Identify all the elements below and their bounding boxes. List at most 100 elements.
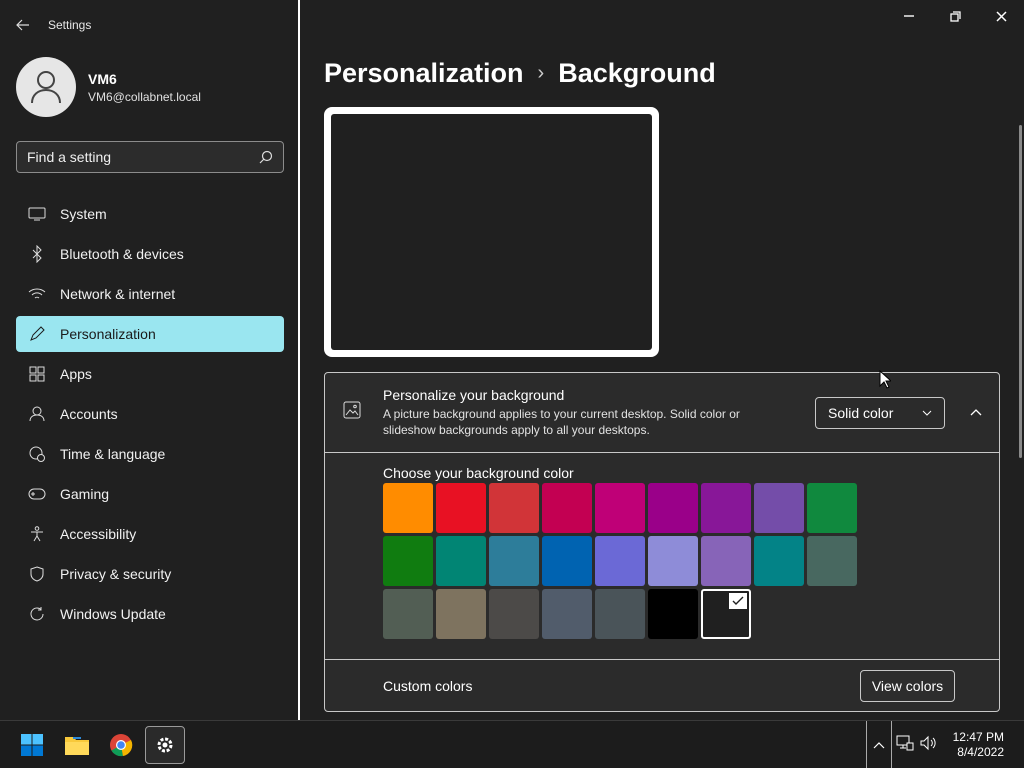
sidebar-item-windows-update[interactable]: Windows Update [16, 596, 284, 632]
taskbar-chrome[interactable] [101, 726, 141, 764]
close-button[interactable] [978, 0, 1024, 32]
color-swatch[interactable] [489, 536, 539, 586]
background-card-description: A picture background applies to your cur… [383, 407, 740, 437]
image-icon [343, 401, 363, 424]
sidebar-item-bluetooth[interactable]: Bluetooth & devices [16, 236, 284, 272]
color-swatch[interactable] [648, 589, 698, 639]
color-swatch[interactable] [754, 483, 804, 533]
sidebar-item-label: Accounts [60, 406, 118, 422]
sidebar-item-label: Accessibility [60, 526, 137, 542]
color-swatch[interactable] [701, 536, 751, 586]
chevron-up-icon [873, 741, 885, 748]
windows-start-icon [21, 734, 43, 756]
sidebar-item-privacy[interactable]: Privacy & security [16, 556, 284, 592]
clock-date: 8/4/2022 [957, 745, 1004, 759]
color-swatch[interactable] [436, 589, 486, 639]
accessibility-icon [28, 525, 46, 543]
system-tray[interactable] [896, 735, 938, 751]
settings-gear-icon [157, 737, 173, 753]
color-swatch[interactable] [701, 589, 751, 639]
restore-button[interactable] [932, 0, 978, 32]
show-hidden-icons-button[interactable] [866, 721, 892, 768]
mouse-cursor-icon [879, 370, 891, 389]
color-picker-title: Choose your background color [383, 465, 574, 481]
pen-icon [28, 325, 46, 343]
file-explorer-icon [65, 737, 89, 755]
checkmark-icon [729, 593, 747, 609]
minimize-icon [904, 15, 914, 17]
search-placeholder: Find a setting [27, 149, 112, 165]
taskbar-settings[interactable] [145, 726, 185, 764]
taskbar: 12:47 PM 8/4/2022 [0, 720, 1024, 768]
color-swatch[interactable] [383, 536, 433, 586]
color-swatch[interactable] [383, 483, 433, 533]
background-type-dropdown[interactable]: Solid color [815, 396, 945, 429]
back-button[interactable] [12, 14, 34, 36]
scrollbar[interactable] [1019, 125, 1022, 458]
sidebar-item-label: System [60, 206, 107, 222]
color-swatch[interactable] [542, 536, 592, 586]
start-button[interactable] [12, 726, 52, 764]
volume-icon [920, 735, 936, 751]
user-name: VM6 [88, 70, 117, 87]
title-bar: Settings [12, 12, 91, 38]
color-swatch[interactable] [383, 589, 433, 639]
search-icon [259, 150, 273, 164]
wifi-icon [28, 285, 46, 303]
color-swatch[interactable] [542, 589, 592, 639]
color-swatch[interactable] [807, 483, 857, 533]
user-avatar-icon [31, 71, 61, 104]
custom-colors-row: Custom colors View colors [325, 660, 999, 711]
color-swatch[interactable] [807, 536, 857, 586]
sidebar-item-gaming[interactable]: Gaming [16, 476, 284, 512]
breadcrumb-parent[interactable]: Personalization [324, 58, 524, 89]
window-controls [886, 0, 1024, 32]
taskbar-file-explorer[interactable] [57, 726, 97, 764]
color-swatch[interactable] [489, 483, 539, 533]
search-input[interactable]: Find a setting [16, 141, 284, 173]
sidebar-item-label: Network & internet [60, 286, 176, 302]
breadcrumb: Personalization › Background [324, 58, 716, 89]
sidebar-item-apps[interactable]: Apps [16, 356, 284, 392]
view-colors-button[interactable]: View colors [860, 669, 955, 702]
color-swatch[interactable] [595, 536, 645, 586]
color-swatch[interactable] [754, 536, 804, 586]
background-card-header[interactable]: Personalize your background A picture ba… [325, 373, 999, 453]
sidebar-item-time-language[interactable]: Time & language [16, 436, 284, 472]
back-arrow-icon [16, 19, 29, 31]
desktop-preview [324, 107, 659, 357]
sidebar-item-personalization[interactable]: Personalization [16, 316, 284, 352]
user-profile[interactable]: VM6 VM6@collabnet.local [16, 57, 201, 117]
bluetooth-icon [28, 245, 46, 263]
color-swatch[interactable] [542, 483, 592, 533]
color-swatch[interactable] [595, 589, 645, 639]
network-icon [896, 735, 914, 751]
clock-time: 12:47 PM [952, 730, 1004, 744]
update-icon [28, 605, 46, 623]
person-icon [28, 405, 46, 423]
color-swatch[interactable] [701, 483, 751, 533]
color-swatch[interactable] [436, 536, 486, 586]
taskbar-clock[interactable]: 12:47 PM 8/4/2022 [953, 730, 1004, 760]
restore-icon [949, 10, 961, 22]
collapse-button[interactable] [961, 398, 991, 428]
color-picker-section: Choose your background color [325, 453, 999, 660]
color-swatch[interactable] [648, 536, 698, 586]
color-swatch[interactable] [648, 483, 698, 533]
app-title: Settings [48, 18, 92, 32]
sidebar-item-system[interactable]: System [16, 196, 284, 232]
user-email: VM6@collabnet.local [88, 89, 201, 104]
color-swatch[interactable] [595, 483, 645, 533]
sidebar-item-label: Time & language [60, 446, 166, 462]
minimize-button[interactable] [886, 0, 932, 32]
color-swatch[interactable] [436, 483, 486, 533]
gamepad-icon [28, 485, 46, 503]
sidebar-item-network[interactable]: Network & internet [16, 276, 284, 312]
color-swatch-grid [383, 483, 999, 639]
sidebar-item-accounts[interactable]: Accounts [16, 396, 284, 432]
sidebar-item-accessibility[interactable]: Accessibility [16, 516, 284, 552]
sidebar-item-label: Apps [60, 366, 92, 382]
sidebar-nav: System Bluetooth & devices Network & int… [16, 196, 284, 636]
monitor-icon [28, 205, 46, 223]
color-swatch[interactable] [489, 589, 539, 639]
